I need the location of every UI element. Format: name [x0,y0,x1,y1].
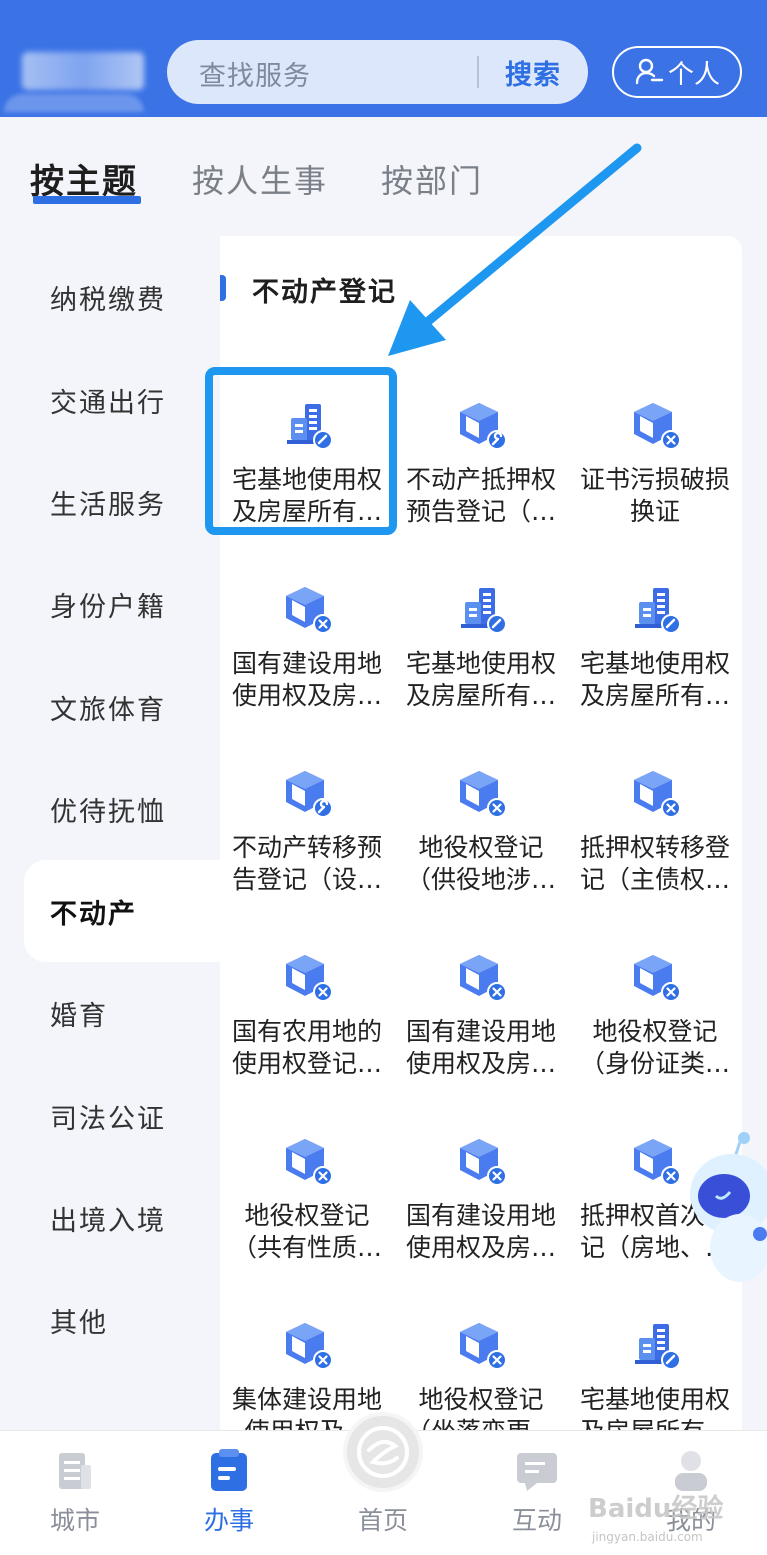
service-item-label: 国有建设用地 使用权及房… [405,1201,556,1262]
search-input[interactable]: 查找服务 [199,54,311,93]
active-tab-underline [33,196,141,204]
city-icon [59,1453,91,1489]
service-item-label: 证书污损破损 换证 [579,465,730,526]
service-item-label: 国有建设用地 使用权及房… [231,649,382,710]
category-item-culture-sports[interactable]: 文旅体育 [24,656,220,758]
service-item[interactable]: 宅基地使用权 及房屋所有… [394,560,568,720]
cube-x-icon [457,1136,507,1186]
category-item-other[interactable]: 其他 [24,1269,220,1371]
task-icon [211,1449,247,1491]
building-icon [631,1320,681,1370]
cube-x-icon [457,768,507,818]
category-item-exit-entry[interactable]: 出境入境 [24,1167,220,1269]
service-item-label: 宅基地使用权 及房屋所有… [579,649,730,710]
service-item[interactable]: 不动产抵押权 预告登记（… [394,376,568,536]
cube-x-icon [631,400,681,450]
annotation-arrow [388,143,642,356]
service-item[interactable]: 国有建设用地 使用权及房… [394,1112,568,1272]
service-item-label: 地役权登记 （供役地涉… [405,833,556,894]
section-accent-bar [220,275,226,301]
category-item-tax[interactable]: 纳税缴费 [24,246,220,348]
service-item-label: 不动产转移预 告登记（设… [231,833,382,894]
service-item[interactable]: 国有建设用地 使用权及房… [394,928,568,1088]
service-item-label: 地役权登记 （身份证类… [579,1017,730,1078]
nav-interaction-label: 互动 [511,1506,562,1535]
cube-x-icon [631,1136,681,1186]
top-header: 查找服务 搜索 个人 [0,0,767,117]
service-item[interactable]: 抵押权转移登 记（主债权… [568,744,742,904]
cube-x-icon [283,952,333,1002]
cube-x-icon [457,952,507,1002]
personal-button[interactable]: 个人 [612,46,742,98]
cube-wrench-icon [457,400,507,450]
service-item[interactable]: 国有建设用地 使用权及房… [220,560,394,720]
service-item[interactable]: 不动产转移预 告登记（设… [220,744,394,904]
nav-city[interactable]: 城市 [15,1431,135,1555]
nav-tasks-label: 办事 [203,1506,254,1535]
service-item[interactable]: 证书污损破损 换证 [568,376,742,536]
highlight-box [205,367,397,535]
category-item-identity[interactable]: 身份户籍 [24,553,220,655]
service-item[interactable]: 地役权登记 （身份证类… [568,928,742,1088]
nav-tasks[interactable]: 办事 [169,1431,289,1555]
building-icon [631,584,681,634]
chat-icon [517,1453,557,1491]
home-logo-icon [357,1426,409,1478]
cube-wrench-icon [283,768,333,818]
service-item-label: 不动产抵押权 预告登记（… [405,465,556,526]
nav-interaction[interactable]: 互动 [477,1431,597,1555]
search-bar[interactable]: 查找服务 搜索 [167,40,588,104]
service-item-label: 宅基地使用权 及房屋所有… [405,649,556,710]
service-item-label: 国有农用地的 使用权登记… [231,1017,382,1078]
nav-city-label: 城市 [49,1506,100,1535]
category-item-marriage[interactable]: 婚育 [24,962,220,1064]
watermark: Baidu经验 [588,1494,724,1524]
service-item[interactable]: 地役权登记 （供役地涉… [394,744,568,904]
service-item-label: 国有建设用地 使用权及房… [405,1017,556,1078]
category-item-real-estate[interactable]: 不动产 [24,860,220,962]
cube-x-icon [283,1320,333,1370]
nav-home-label: 首页 [357,1506,408,1535]
category-item-transport[interactable]: 交通出行 [24,349,220,451]
building-icon [457,584,507,634]
user-icon [635,58,664,85]
service-item[interactable]: 宅基地使用权 及房屋所有… [568,560,742,720]
category-item-preferential[interactable]: 优待抚恤 [24,758,220,860]
service-item-label: 抵押权转移登 记（主债权… [579,833,730,894]
search-divider [477,56,479,88]
cube-x-icon [631,768,681,818]
section-title: 不动产登记 [252,277,397,308]
service-item[interactable]: 国有农用地的 使用权登记… [220,928,394,1088]
service-item[interactable]: 地役权登记 （共有性质… [220,1112,394,1272]
service-item-label: 地役权登记 （共有性质… [231,1201,382,1262]
category-item-life-services[interactable]: 生活服务 [24,451,220,553]
tab-by-life-event[interactable]: 按人生事 [192,156,328,202]
search-button[interactable]: 搜索 [505,53,561,92]
assistant-robot-icon[interactable] [688,1130,767,1290]
category-item-judicial[interactable]: 司法公证 [24,1065,220,1167]
cube-x-icon [457,1320,507,1370]
personal-label: 个人 [667,59,720,90]
cube-x-icon [283,1136,333,1186]
city-selector-blurred[interactable] [0,40,148,112]
cube-x-icon [631,952,681,1002]
home-logo-button[interactable] [343,1412,423,1492]
cube-x-icon [283,584,333,634]
watermark-url: jingyan.baidu.com [592,1530,703,1544]
